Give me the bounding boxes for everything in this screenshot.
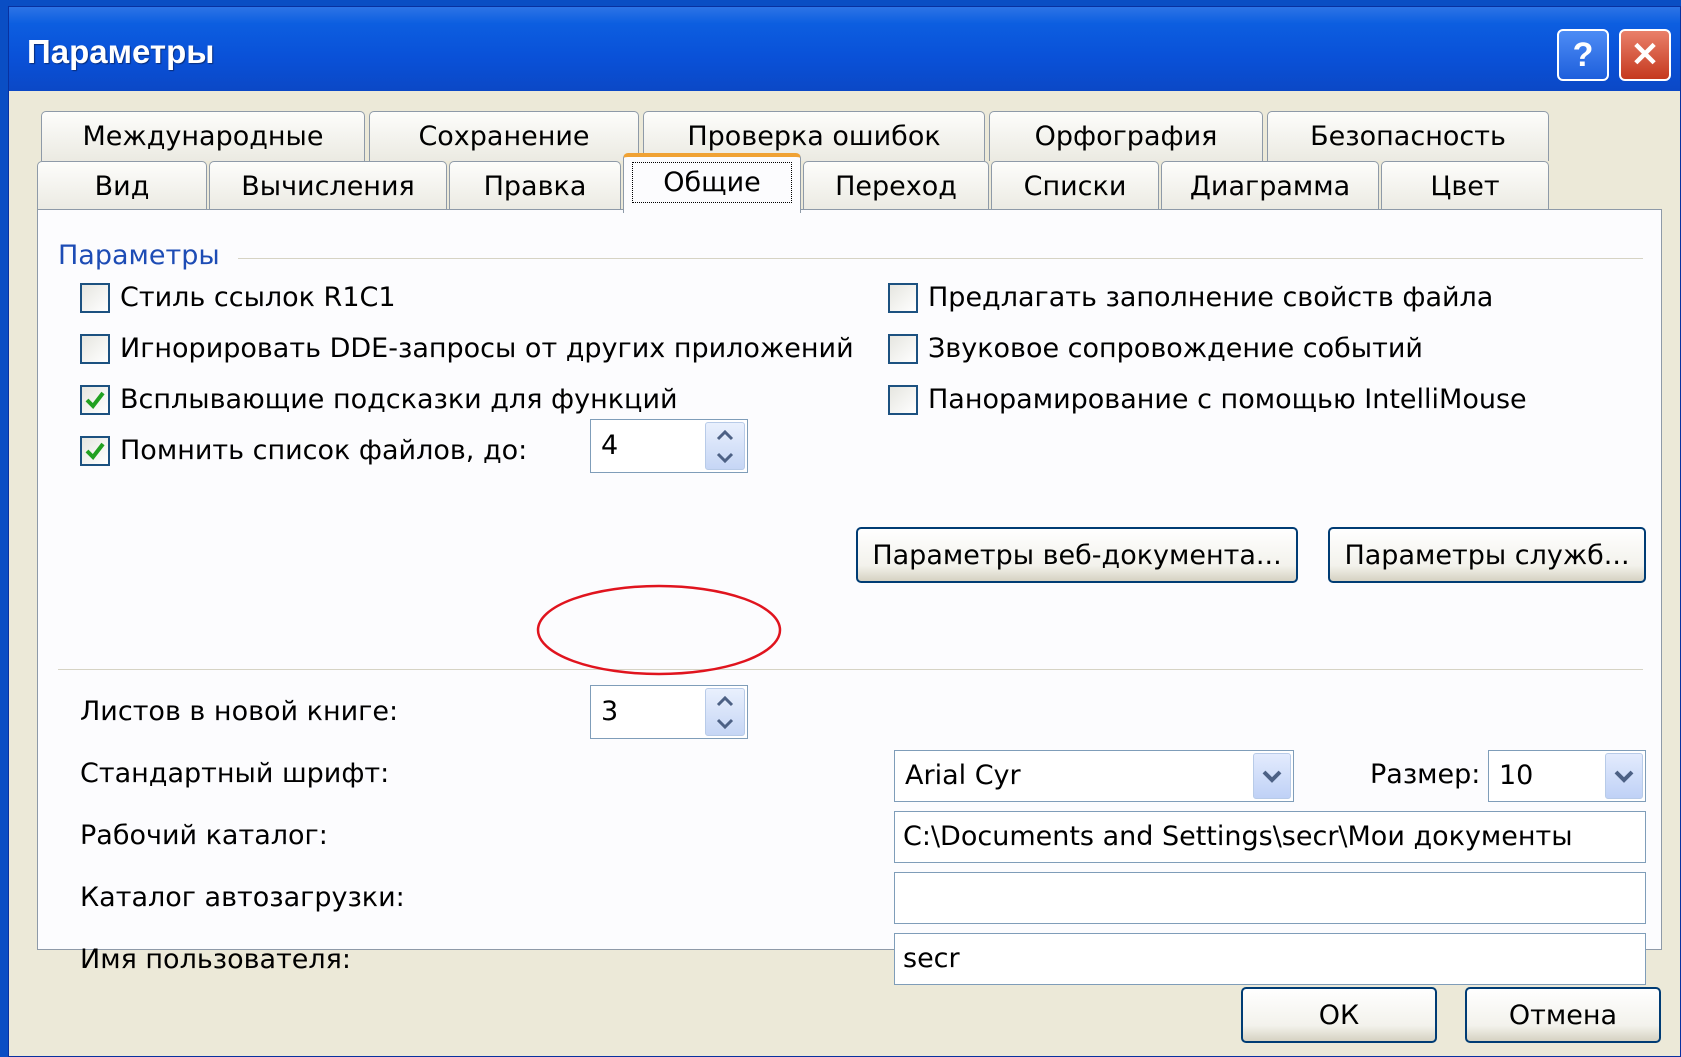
ok-button[interactable]: ОК	[1241, 987, 1437, 1043]
font-select-value: Arial Cyr	[905, 760, 1021, 791]
tab-save[interactable]: Сохранение	[369, 111, 639, 161]
tab-international[interactable]: Международные	[41, 111, 365, 161]
username-value: secr	[903, 943, 960, 974]
workdir-value: C:\Documents and Settings\secr\Мои докум…	[903, 821, 1573, 852]
checkbox-r1c1[interactable]: Стиль ссылок R1C1	[80, 282, 396, 313]
tab-lists[interactable]: Списки	[991, 161, 1159, 211]
checkbox-recent-files[interactable]: Помнить список файлов, до:	[80, 435, 527, 466]
checkbox-box[interactable]	[80, 435, 110, 466]
web-options-button[interactable]: Параметры веб-документа...	[856, 527, 1298, 583]
checkbox-box[interactable]	[888, 333, 918, 364]
checkbox-sound-events[interactable]: Звуковое сопровождение событий	[888, 333, 1423, 364]
checkbox-label: Стиль ссылок R1C1	[120, 282, 396, 313]
spin-down-icon[interactable]	[716, 718, 734, 730]
checkbox-label: Панорамирование с помощью IntelliMouse	[928, 384, 1527, 415]
checkmark-icon	[85, 442, 105, 460]
checkbox-label: Звуковое сопровождение событий	[928, 333, 1423, 364]
help-button[interactable]: ?	[1557, 29, 1609, 81]
tab-general[interactable]: Общие	[623, 153, 801, 213]
checkbox-label: Игнорировать DDE-запросы от других прило…	[120, 333, 854, 364]
chevron-down-icon	[1262, 770, 1282, 783]
spin-arrows[interactable]	[705, 422, 745, 470]
spin-up-icon[interactable]	[716, 429, 734, 441]
checkmark-icon	[85, 391, 105, 409]
checkbox-box[interactable]	[80, 333, 110, 364]
options-dialog: Параметры ? ✕ Международные Сохранение П…	[8, 6, 1681, 1057]
section-divider	[58, 669, 1643, 670]
workdir-input[interactable]: C:\Documents and Settings\secr\Мои докум…	[894, 811, 1646, 863]
checkbox-label: Предлагать заполнение свойств файла	[928, 282, 1494, 313]
tab-general-label: Общие	[632, 161, 792, 203]
checkbox-box[interactable]	[888, 384, 918, 415]
cancel-button[interactable]: Отмена	[1465, 987, 1661, 1043]
autoload-input[interactable]	[894, 872, 1646, 924]
spin-down-icon[interactable]	[716, 452, 734, 464]
recent-files-value: 4	[601, 430, 619, 461]
tab-chart[interactable]: Диаграмма	[1161, 161, 1379, 211]
checkbox-intellimouse[interactable]: Панорамирование с помощью IntelliMouse	[888, 384, 1527, 415]
close-button[interactable]: ✕	[1619, 29, 1671, 81]
checkbox-box[interactable]	[888, 282, 918, 313]
font-select[interactable]: Arial Cyr	[894, 750, 1294, 802]
tab-color[interactable]: Цвет	[1381, 161, 1549, 211]
sheets-value: 3	[601, 696, 619, 727]
username-label: Имя пользователя:	[80, 944, 352, 975]
service-options-button[interactable]: Параметры служб...	[1328, 527, 1646, 583]
size-label: Размер:	[1370, 759, 1481, 790]
size-select-value: 10	[1499, 760, 1534, 791]
title-bar[interactable]: Параметры ? ✕	[9, 7, 1680, 91]
sheets-label: Листов в новой книге:	[80, 696, 399, 727]
sheets-stepper[interactable]: 3	[590, 685, 748, 739]
spin-arrows[interactable]	[705, 688, 745, 736]
size-dropdown-button[interactable]	[1605, 753, 1643, 799]
tab-spelling[interactable]: Орфография	[989, 111, 1263, 161]
checkbox-label: Помнить список файлов, до:	[120, 435, 528, 466]
size-select[interactable]: 10	[1488, 750, 1646, 802]
checkbox-file-properties[interactable]: Предлагать заполнение свойств файла	[888, 282, 1493, 313]
checkbox-ignore-dde[interactable]: Игнорировать DDE-запросы от других прило…	[80, 333, 854, 364]
window-title: Параметры	[27, 33, 215, 70]
group-divider	[238, 258, 1643, 259]
username-input[interactable]: secr	[894, 933, 1646, 985]
checkbox-label: Всплывающие подсказки для функций	[120, 384, 678, 415]
autoload-label: Каталог автозагрузки:	[80, 882, 405, 913]
dialog-content: Международные Сохранение Проверка ошибок…	[9, 91, 1680, 1056]
checkbox-box[interactable]	[80, 282, 110, 313]
tab-transition[interactable]: Переход	[803, 161, 989, 211]
group-label: Параметры	[58, 240, 230, 271]
tab-calculation[interactable]: Вычисления	[209, 161, 447, 211]
workdir-label: Рабочий каталог:	[80, 820, 328, 851]
font-label: Стандартный шрифт:	[80, 758, 390, 789]
checkbox-function-tooltips[interactable]: Всплывающие подсказки для функций	[80, 384, 678, 415]
chevron-down-icon	[1614, 770, 1634, 783]
recent-files-stepper[interactable]: 4	[590, 419, 748, 473]
tab-view[interactable]: Вид	[37, 161, 207, 211]
tab-edit[interactable]: Правка	[449, 161, 621, 211]
checkbox-box[interactable]	[80, 384, 110, 415]
font-dropdown-button[interactable]	[1253, 753, 1291, 799]
spin-up-icon[interactable]	[716, 695, 734, 707]
general-tab-panel: Параметры Стиль ссылок R1C1 Игнорировать…	[37, 209, 1662, 985]
tab-security[interactable]: Безопасность	[1267, 111, 1549, 161]
